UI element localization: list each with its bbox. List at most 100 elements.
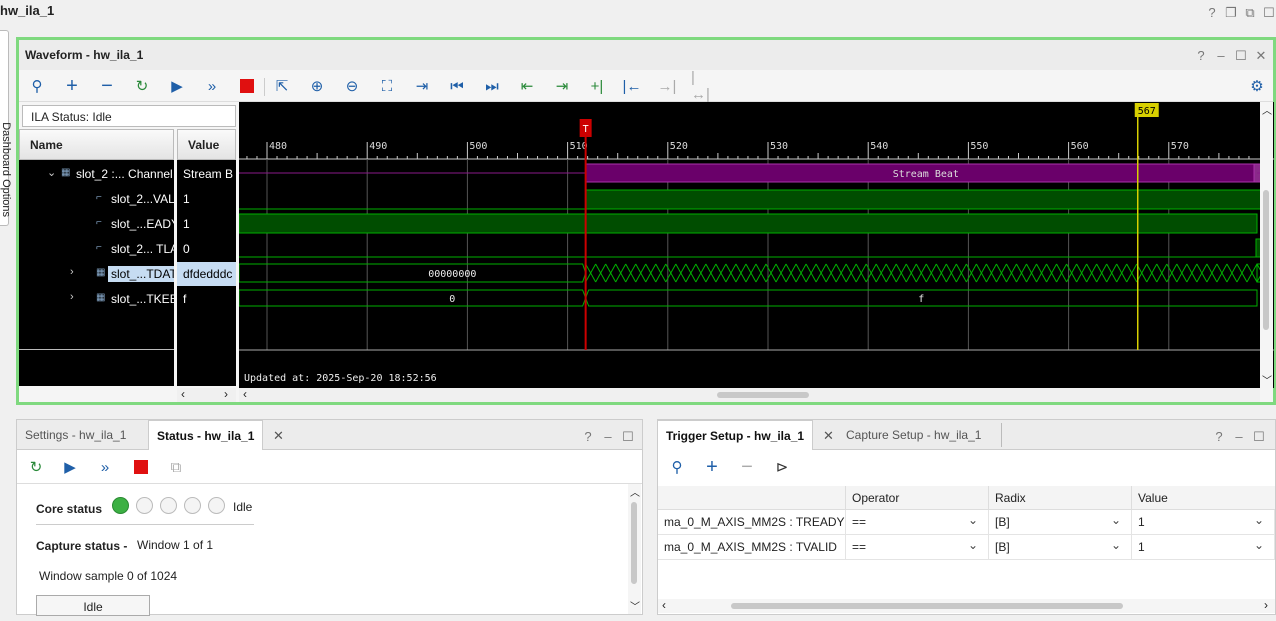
go-to-start-icon[interactable]: ⏮ — [446, 75, 468, 97]
trigger-radix-cell[interactable]: [B] ⌄ — [989, 535, 1132, 559]
stop-icon[interactable] — [130, 456, 152, 478]
tab-trigger-setup[interactable]: Trigger Setup - hw_ila_1 — [658, 420, 814, 450]
trigger-operator-cell[interactable]: == ⌄ — [846, 510, 989, 534]
trigger-value-cell[interactable]: 1 ⌄ — [1132, 535, 1275, 559]
name-column-header[interactable]: Name — [19, 129, 174, 160]
tab-capture-setup[interactable]: Capture Setup - hw_ila_1 — [838, 420, 989, 450]
value-scrollbar[interactable]: ‹ › — [177, 387, 236, 402]
go-to-end-icon[interactable]: ⏭ — [481, 75, 503, 97]
help-icon[interactable]: ? — [581, 429, 595, 444]
signal-row[interactable]: ⌄ ▦ slot_2 :... Channel — [19, 162, 174, 186]
tab-status[interactable]: Status - hw_ila_1 — [148, 420, 264, 450]
maximize-icon[interactable]: ☐ — [1262, 5, 1276, 21]
dropdown-chevron-icon[interactable]: ⌄ — [968, 513, 978, 527]
signal-row[interactable]: ⌐ slot_2...VALID — [19, 187, 174, 211]
add-icon[interactable]: + — [61, 75, 83, 97]
collapse-chevron-icon[interactable]: ⌄ — [47, 166, 56, 179]
waveform-vertical-scrollbar[interactable]: ︿ ﹀ — [1260, 102, 1273, 388]
trigger-horizontal-scrollbar[interactable]: ‹ › — [658, 598, 1275, 613]
add-marker-icon[interactable]: +| — [586, 75, 608, 97]
settings-gear-icon[interactable]: ⚙ — [1246, 75, 1268, 97]
core-status-label: Core status — [36, 502, 103, 516]
trigger-marker-label: T — [583, 124, 589, 135]
trigger-setup-panel: Trigger Setup - hw_ila_1 ✕ Capture Setup… — [657, 419, 1276, 615]
close-icon[interactable]: ✕ — [1254, 48, 1268, 64]
close-tab-icon[interactable]: ✕ — [273, 428, 284, 444]
next-transition-icon[interactable]: ⇥ — [551, 75, 573, 97]
expand-chevron-icon[interactable]: › — [70, 291, 74, 303]
dropdown-chevron-icon[interactable]: ⌄ — [968, 538, 978, 552]
previous-transition-icon[interactable]: ⇤ — [516, 75, 538, 97]
operator-column-header[interactable]: Operator — [846, 486, 989, 510]
idle-status-button[interactable]: Idle — [36, 595, 150, 616]
waveform-canvas[interactable]: 480 490 500 510 520 530 540 550 560 570 Stream Bea… — [238, 102, 1274, 388]
signal-row[interactable]: ⌐ slot_2... TLAST — [19, 237, 174, 261]
trigger-condition-icon[interactable]: ⊳ — [771, 456, 793, 478]
zoom-out-icon[interactable]: ⊖ — [341, 75, 363, 97]
radix-column-header[interactable]: Radix — [989, 486, 1132, 510]
tkeep-bus-segment — [238, 289, 587, 307]
help-icon[interactable]: ? — [1212, 429, 1226, 444]
waveform-horizontal-scrollbar[interactable]: ‹ — [239, 387, 1260, 402]
dropdown-chevron-icon[interactable]: ⌄ — [1254, 538, 1264, 552]
trigger-tab-bar: Trigger Setup - hw_ila_1 ✕ Capture Setup… — [658, 420, 1275, 450]
go-to-cursor-icon[interactable]: ⇥ — [411, 75, 433, 97]
export-icon[interactable]: ⇱ — [271, 75, 293, 97]
stop-icon[interactable] — [236, 75, 258, 97]
status-vertical-scrollbar[interactable]: ︿ ﹀ — [628, 484, 641, 614]
expand-chevron-icon[interactable]: › — [70, 266, 74, 278]
value-column-header[interactable]: Value — [1132, 486, 1275, 510]
core-status-value: Idle — [233, 500, 253, 514]
value-column-header[interactable]: Value — [177, 129, 236, 160]
run-trigger-immediate-icon[interactable]: ↻ — [25, 456, 47, 478]
dropdown-chevron-icon[interactable]: ⌄ — [1111, 538, 1121, 552]
close-tab-icon[interactable]: ✕ — [823, 428, 834, 444]
help-icon[interactable]: ? — [1205, 5, 1219, 20]
trigger-value-cell[interactable]: 1 ⌄ — [1132, 510, 1275, 534]
minimize-icon[interactable]: – — [1214, 48, 1228, 63]
maximize-icon[interactable]: ☐ — [621, 429, 635, 445]
ruler-tick-label: 480 — [269, 141, 287, 152]
zoom-in-icon[interactable]: ⊕ — [306, 75, 328, 97]
ruler-tick-label: 530 — [770, 141, 788, 152]
search-icon[interactable]: ⚲ — [666, 456, 688, 478]
trigger-radix-cell[interactable]: [B] ⌄ — [989, 510, 1132, 534]
signal-row[interactable]: › ▦ slot_...TKEEP — [19, 287, 174, 311]
core-status-indicators — [112, 497, 232, 515]
zoom-fit-icon[interactable]: ⛶ — [376, 75, 398, 97]
signal-name: slot_...TKEEP — [111, 292, 174, 306]
dropdown-chevron-icon[interactable]: ⌄ — [1111, 513, 1121, 527]
dashboard-options-tab[interactable]: Dashboard Options — [0, 30, 12, 226]
trigger-operator-cell[interactable]: == ⌄ — [846, 535, 989, 559]
trigger-toolbar: ⚲ + − ⊳ — [658, 451, 1275, 484]
add-icon[interactable]: + — [701, 456, 723, 478]
signal-column-header[interactable] — [658, 486, 846, 510]
maximize-icon[interactable]: ☐ — [1234, 48, 1248, 64]
run-trigger-icon[interactable]: ▶ — [59, 456, 81, 478]
trigger-name-text: ma_0_M_AXIS_MM2S : TREADY — [664, 515, 845, 529]
minimize-icon[interactable]: – — [1232, 429, 1246, 444]
run-continuous-icon[interactable]: » — [94, 456, 116, 478]
trigger-operator-text: == — [852, 515, 867, 529]
signal-icon: ⌐ — [96, 192, 102, 203]
bus-group-icon: ▦ — [61, 167, 71, 178]
signal-row[interactable]: ⌐ slot_...EADY — [19, 212, 174, 236]
minimize-icon[interactable]: – — [601, 429, 615, 444]
signal-value: dfdedddc — [177, 262, 236, 286]
dropdown-chevron-icon[interactable]: ⌄ — [1254, 513, 1264, 527]
help-icon[interactable]: ? — [1194, 48, 1208, 63]
remove-icon: − — [741, 455, 753, 478]
previous-marker-icon[interactable]: |← — [621, 75, 643, 97]
trigger-row[interactable]: ma_0_M_AXIS_MM2S : TVALID == ⌄ [B] ⌄ 1 ⌄ — [658, 535, 1275, 560]
tab-settings[interactable]: Settings - hw_ila_1 — [17, 420, 134, 450]
run-trigger-immediate-icon[interactable]: ↻ — [131, 75, 153, 97]
search-icon[interactable]: ⚲ — [26, 75, 48, 97]
signal-row[interactable]: › ▦slot_...TDATA — [19, 262, 174, 286]
run-trigger-icon[interactable]: ▶ — [166, 75, 188, 97]
trigger-row[interactable]: ma_0_M_AXIS_MM2S : TREADY == ⌄ [B] ⌄ 1 ⌄ — [658, 510, 1275, 535]
float-icon[interactable]: ⧉ — [1243, 5, 1257, 21]
maximize-icon[interactable]: ☐ — [1252, 429, 1266, 445]
remove-icon[interactable]: − — [96, 75, 118, 97]
run-continuous-icon[interactable]: » — [201, 75, 223, 97]
restore-icon[interactable]: ❐ — [1224, 5, 1238, 21]
